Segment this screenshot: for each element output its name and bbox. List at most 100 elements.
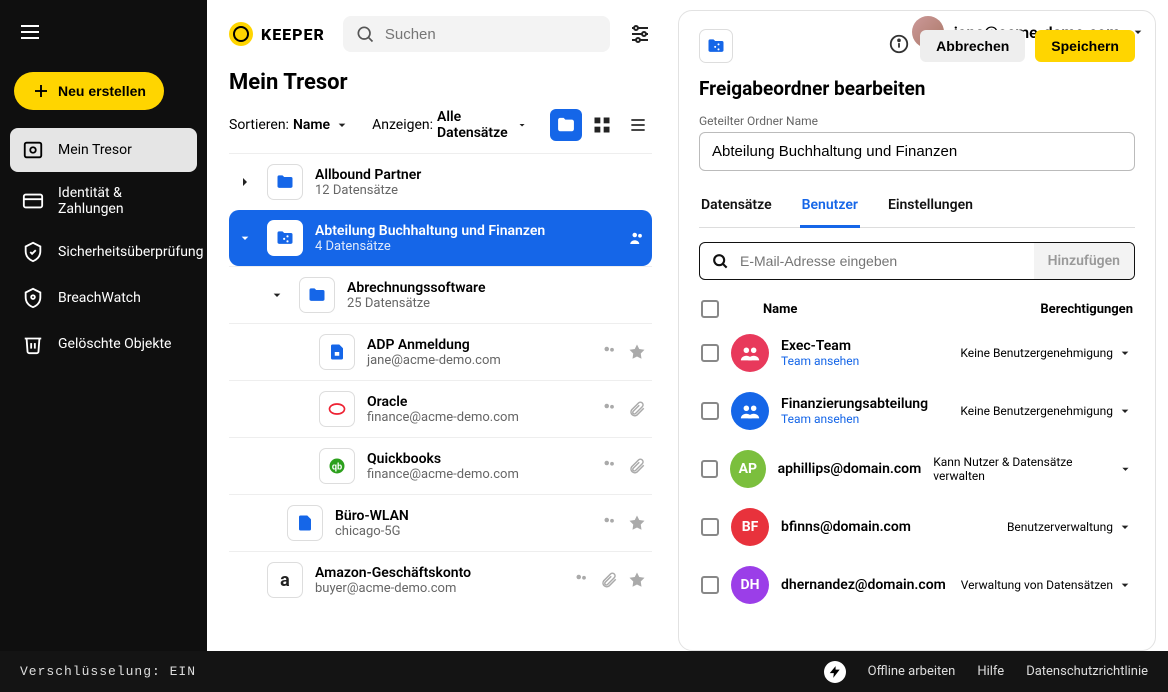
permission-select[interactable]: Verwaltung von Datensätzen bbox=[961, 577, 1133, 593]
user-row: APaphillips@domain.comKann Nutzer & Date… bbox=[699, 440, 1135, 498]
record-icon bbox=[319, 391, 355, 427]
user-checkbox[interactable] bbox=[701, 576, 719, 594]
bolt-icon bbox=[824, 661, 846, 683]
chevron-down-icon bbox=[1118, 461, 1133, 477]
show-prefix: Anzeigen: bbox=[372, 117, 433, 133]
save-button[interactable]: Speichern bbox=[1035, 30, 1135, 62]
add-button[interactable]: Hinzufügen bbox=[1034, 243, 1134, 279]
attachment-icon bbox=[600, 571, 618, 589]
nav-deleted[interactable]: Gelöschte Objekte bbox=[10, 322, 197, 366]
team-link[interactable]: Team ansehen bbox=[781, 412, 948, 426]
user-checkbox[interactable] bbox=[701, 402, 719, 420]
tab-records[interactable]: Datensätze bbox=[699, 189, 774, 227]
row-sub: buyer@acme-demo.com bbox=[315, 581, 560, 596]
user-name: dhernandez@domain.com bbox=[781, 577, 949, 593]
nav-identity[interactable]: Identität & Zahlungen bbox=[10, 174, 197, 228]
logo: KEEPER bbox=[229, 22, 325, 46]
folder-icon bbox=[267, 164, 303, 200]
team-icon bbox=[731, 392, 769, 430]
user-avatar: BF bbox=[731, 508, 769, 546]
nav-label: Identität & Zahlungen bbox=[58, 185, 185, 217]
record-icon bbox=[319, 334, 355, 370]
view-list-icon[interactable] bbox=[622, 109, 654, 141]
expand-icon[interactable] bbox=[235, 174, 255, 190]
collapse-icon[interactable] bbox=[235, 230, 255, 246]
view-grid-icon[interactable] bbox=[586, 109, 618, 141]
menu-icon[interactable] bbox=[10, 12, 197, 56]
people-icon bbox=[600, 400, 618, 418]
main-content: KEEPER jane@acme-demo.com Mein Tresor So… bbox=[207, 0, 674, 651]
folder-name-input[interactable] bbox=[699, 132, 1135, 171]
tune-icon[interactable] bbox=[628, 22, 652, 46]
row-sub: finance@acme-demo.com bbox=[367, 467, 588, 482]
user-name: Finanzierungsabteilung bbox=[781, 396, 948, 412]
permission-select[interactable]: Benutzerverwaltung bbox=[1007, 519, 1133, 535]
email-input[interactable] bbox=[740, 243, 1034, 279]
edit-panel: Abbrechen Speichern Freigabeordner bearb… bbox=[678, 10, 1156, 651]
chevron-down-icon bbox=[1117, 577, 1133, 593]
permission-select[interactable]: Keine Benutzergenehmigung bbox=[960, 345, 1133, 361]
shared-folder-icon bbox=[699, 29, 733, 63]
star-icon[interactable] bbox=[628, 514, 646, 532]
show-control[interactable]: Anzeigen: Alle Datensätze bbox=[372, 109, 528, 141]
offline-link[interactable]: Offline arbeiten bbox=[868, 664, 956, 679]
footer: Verschlüsselung: EIN Offline arbeiten Hi… bbox=[0, 651, 1168, 692]
search-icon bbox=[355, 24, 375, 44]
row-title: Quickbooks bbox=[367, 451, 588, 467]
user-checkbox[interactable] bbox=[701, 344, 719, 362]
chevron-down-icon bbox=[516, 117, 528, 133]
nav-breach[interactable]: BreachWatch bbox=[10, 276, 197, 320]
email-add-row: Hinzufügen bbox=[699, 242, 1135, 280]
row-sub: finance@acme-demo.com bbox=[367, 410, 588, 425]
user-checkbox[interactable] bbox=[701, 518, 719, 536]
info-icon[interactable] bbox=[888, 33, 910, 59]
folder-row[interactable]: Allbound Partner12 Datensätze bbox=[229, 153, 652, 210]
chevron-down-icon bbox=[1117, 403, 1133, 419]
search-icon bbox=[700, 243, 740, 279]
chevron-down-icon bbox=[1117, 519, 1133, 535]
folder-row-selected[interactable]: Abteilung Buchhaltung und Finanzen4 Date… bbox=[229, 210, 652, 266]
sort-control[interactable]: Sortieren: Name bbox=[229, 117, 350, 133]
record-row[interactable]: qb Quickbooksfinance@acme-demo.com bbox=[229, 437, 652, 494]
record-row[interactable]: Büro-WLANchicago-5G bbox=[229, 494, 652, 551]
nav-vault[interactable]: Mein Tresor bbox=[10, 128, 197, 172]
record-row[interactable]: a Amazon-Geschäftskontobuyer@acme-demo.c… bbox=[229, 551, 652, 608]
team-icon bbox=[731, 334, 769, 372]
help-link[interactable]: Hilfe bbox=[977, 664, 1004, 679]
sidebar: Neu erstellen Mein Tresor Identität & Za… bbox=[0, 0, 207, 651]
name-label: Geteilter Ordner Name bbox=[699, 114, 1135, 128]
team-link[interactable]: Team ansehen bbox=[781, 354, 948, 368]
view-folder-icon[interactable] bbox=[550, 109, 582, 141]
row-title: Amazon-Geschäftskonto bbox=[315, 565, 560, 581]
tab-settings[interactable]: Einstellungen bbox=[886, 189, 975, 227]
collapse-icon[interactable] bbox=[267, 287, 287, 303]
row-title: Allbound Partner bbox=[315, 167, 646, 183]
row-sub: 12 Datensätze bbox=[315, 183, 646, 198]
row-title: Abteilung Buchhaltung und Finanzen bbox=[315, 223, 616, 239]
star-icon[interactable] bbox=[628, 571, 646, 589]
privacy-link[interactable]: Datenschutzrichtlinie bbox=[1026, 664, 1148, 679]
tab-users[interactable]: Benutzer bbox=[800, 189, 860, 228]
star-icon[interactable] bbox=[628, 343, 646, 361]
nav-label: Gelöschte Objekte bbox=[58, 336, 171, 352]
nav-security[interactable]: Sicherheitsüberprüfung bbox=[10, 230, 197, 274]
record-icon: a bbox=[267, 562, 303, 598]
folder-row[interactable]: Abrechnungssoftware25 Datensätze bbox=[229, 266, 652, 323]
cancel-button[interactable]: Abbrechen bbox=[920, 30, 1025, 62]
row-title: ADP Anmeldung bbox=[367, 337, 588, 353]
people-icon bbox=[628, 229, 646, 247]
search-input[interactable] bbox=[385, 26, 598, 43]
new-button[interactable]: Neu erstellen bbox=[14, 72, 164, 110]
new-button-label: Neu erstellen bbox=[58, 83, 146, 99]
attachment-icon bbox=[628, 400, 646, 418]
logo-icon bbox=[229, 22, 253, 46]
user-checkbox[interactable] bbox=[701, 460, 718, 478]
select-all-checkbox[interactable] bbox=[701, 300, 719, 318]
record-row[interactable]: ADP Anmeldungjane@acme-demo.com bbox=[229, 323, 652, 380]
search-box[interactable] bbox=[343, 16, 610, 52]
permission-select[interactable]: Keine Benutzergenehmigung bbox=[960, 403, 1133, 419]
permission-select[interactable]: Kann Nutzer & Datensätze verwalten bbox=[933, 455, 1133, 483]
record-list: Allbound Partner12 Datensätze Abteilung … bbox=[229, 153, 652, 608]
sort-value: Name bbox=[293, 117, 330, 133]
record-row[interactable]: Oraclefinance@acme-demo.com bbox=[229, 380, 652, 437]
